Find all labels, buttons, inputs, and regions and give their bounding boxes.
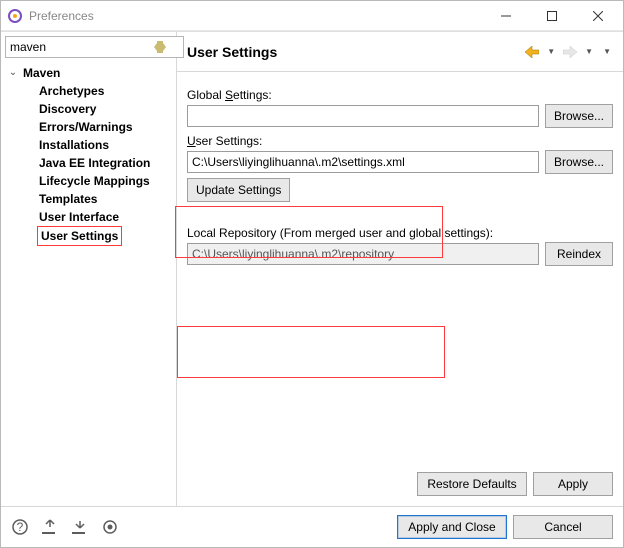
tree-item-label: Discovery <box>37 100 98 118</box>
tree-item-label: Maven <box>21 64 62 82</box>
dialog-body: ⌄ Maven Archetypes Discovery Errors/Warn… <box>1 31 623 506</box>
window-title: Preferences <box>29 9 483 23</box>
global-settings-input[interactable] <box>187 105 539 127</box>
help-icon[interactable]: ? <box>11 518 29 536</box>
preferences-window: Preferences <box>0 0 624 548</box>
footer-buttons: Apply and Close Cancel <box>397 515 613 539</box>
nav-forward-icon[interactable] <box>561 46 579 58</box>
app-icon <box>7 8 23 24</box>
close-button[interactable] <box>575 1 621 31</box>
tree-item-errors-warnings[interactable]: Errors/Warnings <box>3 118 176 136</box>
tree-item-label: Lifecycle Mappings <box>37 172 152 190</box>
preference-tree[interactable]: ⌄ Maven Archetypes Discovery Errors/Warn… <box>1 62 176 246</box>
content-header: User Settings ▼ ▼ ▼ <box>177 32 623 72</box>
filter-row <box>1 32 176 62</box>
update-settings-button[interactable]: Update Settings <box>187 178 290 202</box>
window-controls <box>483 1 621 31</box>
local-repo-input <box>187 243 539 265</box>
tree-item-label: User Settings <box>37 226 122 246</box>
tree-item-installations[interactable]: Installations <box>3 136 176 154</box>
history-nav: ▼ ▼ ▼ <box>523 46 615 58</box>
tree-item-label: Installations <box>37 136 111 154</box>
maximize-button[interactable] <box>529 1 575 31</box>
apply-and-close-button[interactable]: Apply and Close <box>397 515 507 539</box>
user-settings-label: User Settings: <box>187 134 613 148</box>
tree-item-discovery[interactable]: Discovery <box>3 100 176 118</box>
tree-item-archetypes[interactable]: Archetypes <box>3 82 176 100</box>
content-body: Global Settings: Browse... User Settings… <box>177 72 623 462</box>
user-settings-input[interactable] <box>187 151 539 173</box>
minimize-button[interactable] <box>483 1 529 31</box>
nav-pane: ⌄ Maven Archetypes Discovery Errors/Warn… <box>1 32 177 506</box>
tree-item-maven[interactable]: ⌄ Maven <box>3 64 176 82</box>
browse-global-button[interactable]: Browse... <box>545 104 613 128</box>
tree-item-label: Archetypes <box>37 82 106 100</box>
tree-item-label: User Interface <box>37 208 121 226</box>
tree-item-label: Java EE Integration <box>37 154 152 172</box>
clear-filter-icon[interactable] <box>152 39 168 55</box>
svg-text:?: ? <box>17 520 24 534</box>
nav-back-icon[interactable] <box>523 46 541 58</box>
tree-item-user-interface[interactable]: User Interface <box>3 208 176 226</box>
global-settings-label: Global Settings: <box>187 88 613 102</box>
nav-back-menu-icon[interactable]: ▼ <box>543 47 559 56</box>
restore-defaults-button[interactable]: Restore Defaults <box>417 472 527 496</box>
page-title: User Settings <box>187 44 523 60</box>
tree-item-java-ee-integration[interactable]: Java EE Integration <box>3 154 176 172</box>
tree-item-label: Errors/Warnings <box>37 118 135 136</box>
dialog-footer: ? Apply and Close Cancel <box>1 506 623 547</box>
tree-item-label: Templates <box>37 190 99 208</box>
tree-item-user-settings[interactable]: User Settings <box>3 226 176 246</box>
defaults-apply-row: Restore Defaults Apply <box>177 462 623 506</box>
titlebar: Preferences <box>1 1 623 31</box>
browse-user-button[interactable]: Browse... <box>545 150 613 174</box>
footer-icons: ? <box>11 518 119 536</box>
content-pane: User Settings ▼ ▼ ▼ Global Settings: <box>177 32 623 506</box>
expand-caret-icon[interactable]: ⌄ <box>7 64 19 82</box>
tree-item-templates[interactable]: Templates <box>3 190 176 208</box>
local-repo-label: Local Repository (From merged user and g… <box>187 226 613 240</box>
view-menu-icon[interactable]: ▼ <box>599 47 615 56</box>
import-prefs-icon[interactable] <box>41 518 59 536</box>
tree-item-lifecycle-mappings[interactable]: Lifecycle Mappings <box>3 172 176 190</box>
export-prefs-icon[interactable] <box>71 518 89 536</box>
nav-forward-menu-icon[interactable]: ▼ <box>581 47 597 56</box>
cancel-button[interactable]: Cancel <box>513 515 613 539</box>
oomph-record-icon[interactable] <box>101 518 119 536</box>
reindex-button[interactable]: Reindex <box>545 242 613 266</box>
annotation-box <box>177 326 445 378</box>
apply-button[interactable]: Apply <box>533 472 613 496</box>
